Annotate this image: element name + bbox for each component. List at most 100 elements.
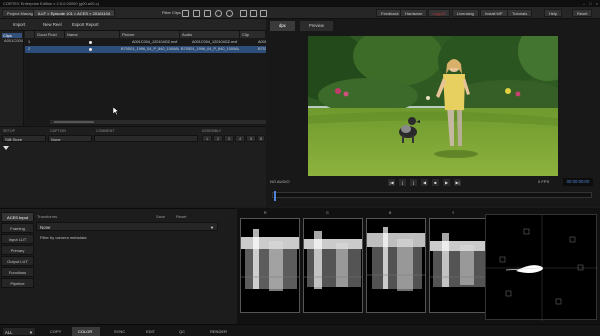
assembly-slot-4[interactable]: 4 — [235, 135, 245, 142]
tab-preview[interactable]: Preview — [300, 21, 333, 31]
go-to-start-button[interactable]: |◀ — [388, 179, 395, 186]
tutorials-button[interactable]: Tutorials — [507, 9, 533, 17]
assembly-slot-6[interactable]: 6 — [257, 135, 265, 142]
view-filter-value: ALL — [5, 330, 13, 335]
good-indicator[interactable] — [89, 48, 92, 51]
vectorscope-trace — [486, 215, 598, 321]
column-header-number[interactable] — [25, 31, 35, 38]
hardware-button[interactable]: Hardware — [400, 9, 428, 17]
workflow-tab-bar: ALL ▼ COPY COLOR SYNC EDIT QC RENDER — [0, 324, 600, 336]
column-header-audio[interactable]: Audio — [180, 31, 240, 38]
list-view-icon[interactable] — [240, 10, 247, 17]
stop-button[interactable]: ■ — [432, 179, 439, 186]
filter-by-camera-metadata[interactable]: Filter by camera metadata — [40, 235, 86, 240]
playhead[interactable] — [274, 191, 276, 201]
waveform-green-trace — [304, 231, 362, 289]
project-path-breadcrumb[interactable]: ILLF > Episode 101 > ACES > 20161104 — [33, 9, 116, 17]
tab-functions[interactable]: Functions — [1, 267, 34, 277]
settings-icon[interactable] — [193, 10, 200, 17]
tab-dpx[interactable]: dpx — [270, 21, 295, 31]
tab-pipeline[interactable]: Pipeline — [1, 278, 34, 288]
assembly-slot-2[interactable]: 2 — [213, 135, 223, 142]
column-header-clip[interactable]: Clip — [240, 31, 266, 38]
save-button[interactable]: Save — [156, 214, 165, 219]
assembly-label: ASSEMBLY — [202, 129, 222, 133]
timeline-scrubber[interactable] — [272, 191, 592, 201]
tab-input-lut[interactable]: Input LUT — [1, 234, 34, 244]
scrollbar-thumb[interactable] — [54, 121, 94, 123]
vectorscope — [485, 214, 598, 321]
caption-select[interactable]: None — [48, 135, 92, 142]
tab-edit[interactable]: EDIT — [140, 327, 161, 336]
caption-label: CAPTION — [50, 129, 66, 133]
reset-transform-button[interactable]: Reset — [176, 214, 186, 219]
tab-framing[interactable]: Framing — [1, 223, 34, 233]
play-reverse-button[interactable]: ◀ — [421, 179, 428, 186]
close-button[interactable]: × — [596, 1, 598, 6]
export-report-button[interactable]: Export Report — [67, 21, 104, 29]
new-reel-button[interactable]: New Reel — [38, 21, 67, 29]
column-header-good-fluid[interactable]: Good Fluid — [35, 31, 65, 38]
mark-out-button[interactable]: ] — [410, 179, 417, 186]
mouse-cursor-icon — [113, 107, 119, 115]
setup-select[interactable]: Still Store — [2, 135, 46, 142]
import-button[interactable]: Import — [8, 21, 30, 29]
transforms-label: Transforms — [37, 214, 58, 219]
licensing-button[interactable]: Licensing — [452, 9, 479, 17]
clip-table: Good Fluid Name Picture Audio Clip 1 A00… — [25, 31, 266, 126]
scopes-panel: R G B Y — [237, 208, 600, 324]
expand-triangle-icon[interactable] — [3, 146, 9, 151]
help-icon[interactable] — [226, 10, 233, 17]
assembly-slot-1[interactable]: 1 — [202, 135, 212, 142]
log-io-button[interactable]: Log-IO — [428, 9, 451, 17]
video-frame-image — [308, 36, 558, 176]
tab-output-lut[interactable]: Output LUT — [1, 256, 34, 266]
tree-item-reel[interactable]: A001C004 — [4, 38, 23, 43]
table-row[interactable]: 1 A001C004_120104GZ.mxf A001C004_120104G… — [25, 39, 266, 46]
tab-aces-input[interactable]: ACES Input — [1, 212, 34, 222]
gear-icon[interactable] — [215, 10, 222, 17]
setup-label: SETUP — [3, 129, 15, 133]
chevron-down-icon: ▼ — [28, 330, 33, 335]
waveform-luma — [429, 218, 489, 313]
table-row[interactable]: 2 B75S01_1996_04_P_840_1000AVCV B75S01_1… — [25, 46, 266, 53]
go-to-end-button[interactable]: ▶| — [454, 179, 461, 186]
timecode-display: 00:00:00:00 — [563, 178, 593, 186]
tab-copy[interactable]: COPY — [44, 327, 67, 336]
waveform-blue-trace — [367, 227, 425, 291]
minimize-button[interactable]: – — [583, 1, 585, 6]
good-indicator[interactable] — [89, 41, 92, 44]
scope-label-y: Y — [452, 211, 455, 215]
tab-sync[interactable]: SYNC — [108, 327, 131, 336]
tab-qc[interactable]: QC — [173, 327, 191, 336]
assembly-slot-3[interactable]: 3 — [224, 135, 234, 142]
scope-label-g: G — [326, 211, 329, 215]
tab-color[interactable]: COLOR — [72, 327, 100, 336]
transform-select[interactable]: None ▼ — [36, 222, 218, 231]
mark-in-button[interactable]: [ — [399, 179, 406, 186]
grid-view-icon[interactable] — [260, 10, 267, 17]
menu-bar: Project Manager ILLF > Episode 101 > ACE… — [0, 7, 600, 19]
grading-panel: ACES Input Framing Input LUT Primary Out… — [0, 208, 236, 336]
clip-icon[interactable] — [182, 10, 189, 17]
table-horizontal-scrollbar[interactable] — [50, 120, 266, 124]
reset-button[interactable]: Reset — [572, 9, 593, 17]
title-bar: CORTEX Enterprise Edition v 2.5.0.00000 … — [0, 0, 600, 7]
column-header-picture[interactable]: Picture — [120, 31, 180, 38]
column-header-name[interactable]: Name — [65, 31, 120, 38]
row-picture: B75S01_1996_04_P_840_1000AVCV — [121, 47, 179, 51]
comment-field[interactable] — [94, 135, 198, 142]
video-frame[interactable] — [308, 36, 558, 176]
maximize-button[interactable]: □ — [589, 1, 591, 6]
play-button[interactable]: ▶ — [443, 179, 450, 186]
tab-primary[interactable]: Primary — [1, 245, 34, 255]
install-mp-button[interactable]: Install MP — [480, 9, 508, 17]
folder-icon[interactable] — [204, 10, 211, 17]
tab-render[interactable]: RENDER — [204, 327, 233, 336]
help-button[interactable]: Help — [544, 9, 563, 17]
assembly-slot-5[interactable]: 5 — [246, 135, 256, 142]
detail-view-icon[interactable] — [250, 10, 257, 17]
viewer-panel: dpx Preview NO AUDIO |◀ [] ◀ ■ ▶ ▶| 0 F… — [266, 19, 600, 207]
view-filter-select[interactable]: ALL ▼ — [2, 327, 36, 336]
window-title: CORTEX Enterprise Edition v 2.5.0.00000 … — [3, 1, 99, 6]
